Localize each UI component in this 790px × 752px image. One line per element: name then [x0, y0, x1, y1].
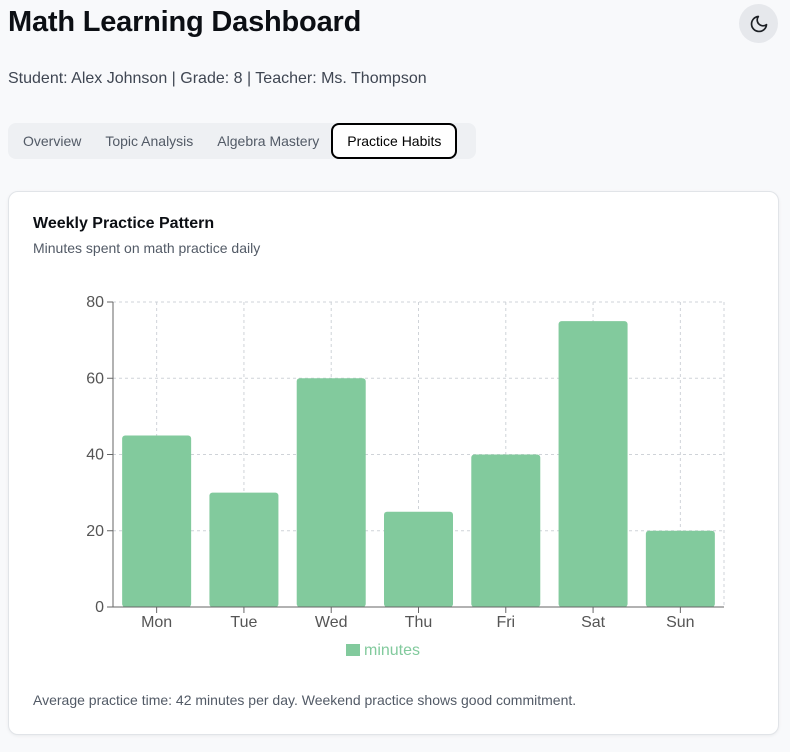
bar-thu [384, 511, 453, 607]
bar-tue [209, 492, 279, 607]
x-tick-label: Sun [666, 614, 694, 631]
tab-overview[interactable]: Overview [11, 123, 93, 159]
bar-mon [122, 435, 192, 607]
x-tick-label: Wed [315, 614, 348, 631]
chart-footnote: Average practice time: 42 minutes per da… [33, 692, 577, 708]
x-tick-label: Sat [581, 614, 606, 631]
tab-practice-habits[interactable]: Practice Habits [331, 123, 458, 159]
page-title: Math Learning Dashboard [8, 6, 362, 38]
y-tick-label: 0 [95, 599, 104, 616]
y-tick-label: 40 [86, 447, 104, 464]
practice-chart-card: Weekly Practice Pattern Minutes spent on… [8, 191, 779, 735]
legend-label: minutes [364, 642, 420, 659]
student-info: Student: Alex Johnson | Grade: 8 | Teach… [8, 70, 427, 87]
bar-sun [645, 530, 715, 607]
bar-sat [558, 321, 628, 607]
tab-topic-analysis[interactable]: Topic Analysis [93, 123, 205, 159]
legend-swatch [346, 644, 360, 656]
tab-algebra-mastery[interactable]: Algebra Mastery [205, 123, 331, 159]
tab-bar: Overview Topic Analysis Algebra Mastery … [8, 123, 476, 159]
theme-toggle-button[interactable] [739, 4, 778, 43]
x-tick-label: Mon [141, 614, 172, 631]
y-tick-label: 80 [86, 294, 104, 311]
dashboard-page: Math Learning Dashboard Student: Alex Jo… [0, 0, 790, 752]
x-tick-label: Fri [496, 614, 515, 631]
x-tick-label: Tue [230, 614, 257, 631]
bar-fri [471, 454, 541, 607]
moon-icon [750, 15, 767, 32]
y-tick-label: 60 [86, 370, 104, 387]
weekly-practice-bar-chart: 0 20 40 60 80 Mon Tue Wed Thu Fri Sat Sun minutes [86, 294, 725, 659]
x-tick-label: Thu [405, 614, 433, 631]
bar-wed [296, 378, 366, 607]
y-tick-label: 20 [86, 523, 104, 540]
